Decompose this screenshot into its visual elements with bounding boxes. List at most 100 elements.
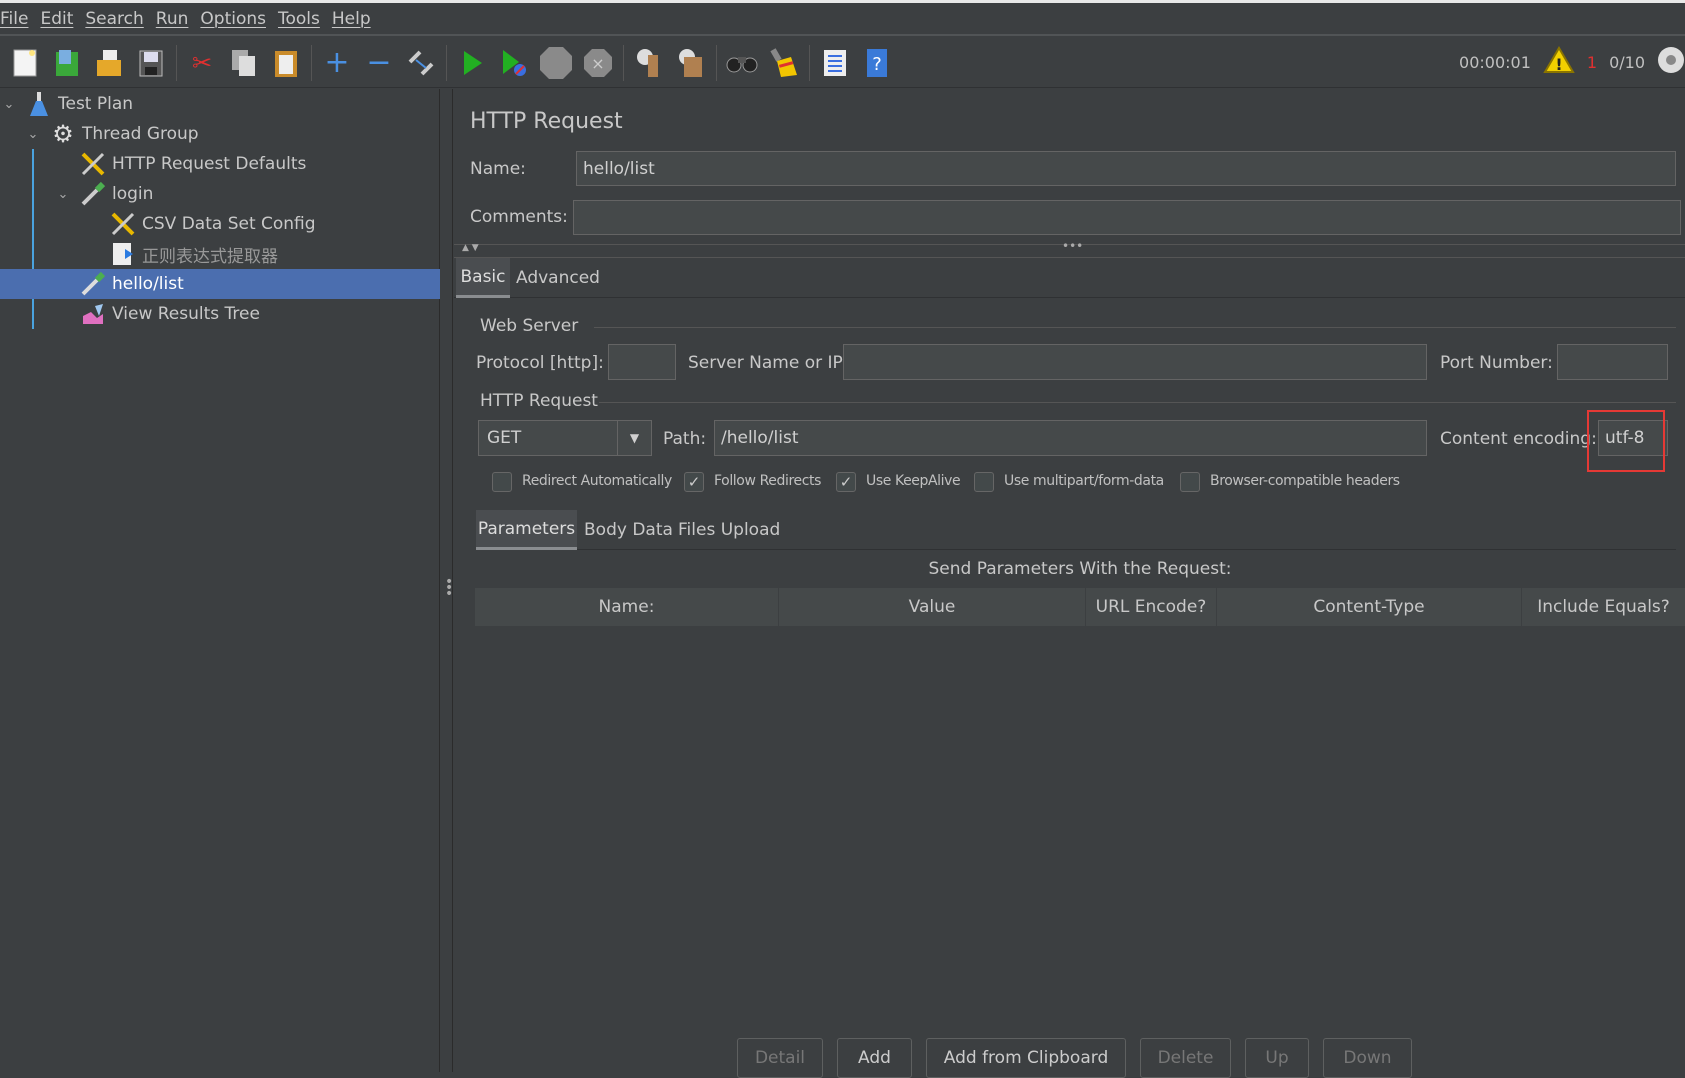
menu-run[interactable]: Run — [150, 9, 195, 29]
shutdown-icon[interactable]: × — [581, 46, 615, 80]
http-request-panel: HTTP Request Name: hello/list Comments: … — [454, 89, 1685, 1072]
expand-icon[interactable]: + — [320, 45, 354, 80]
clear-all-icon[interactable] — [674, 46, 708, 80]
reset-search-icon[interactable] — [767, 46, 801, 80]
comments-input[interactable] — [573, 200, 1681, 235]
redirect-automatically-checkbox[interactable] — [492, 472, 512, 492]
web-server-legend: Web Server — [480, 316, 579, 336]
tab-bar: Basic Advanced — [454, 258, 1685, 298]
subtab-bar: Parameters Body Data Files Upload — [476, 510, 1676, 550]
menu-file[interactable]: File — [0, 9, 34, 29]
tree-label: CSV Data Set Config — [142, 214, 316, 234]
protocol-input[interactable] — [608, 344, 676, 380]
params-title: Send Parameters With the Request: — [928, 559, 1232, 579]
splitter-arrows-icon[interactable]: ▲ ▼ — [462, 243, 479, 253]
tree-item-hello-list[interactable]: hello/list — [0, 269, 440, 299]
splitter[interactable]: ▲ ▼ ••• — [454, 239, 1685, 258]
tab-body-data[interactable]: Body Data — [584, 510, 673, 550]
browser-compatible-headers-label: Browser-compatible headers — [1210, 473, 1400, 489]
tab-advanced[interactable]: Advanced — [516, 258, 600, 298]
search-icon[interactable] — [725, 46, 759, 80]
add-from-clipboard-button[interactable]: Add from Clipboard — [926, 1038, 1126, 1078]
warning-icon[interactable]: ! — [1543, 46, 1575, 78]
tree-item-thread-group[interactable]: ⌄ ⚙ Thread Group — [0, 119, 440, 149]
tools-icon — [110, 211, 136, 237]
toggle-icon[interactable] — [404, 46, 438, 80]
new-icon[interactable] — [8, 46, 42, 80]
remote-status-icon — [1657, 46, 1685, 78]
divider — [599, 402, 1676, 403]
method-select[interactable]: GET ▼ — [478, 420, 652, 456]
split-pane-divider[interactable]: • • • — [441, 89, 453, 1072]
detail-button[interactable]: Detail — [737, 1038, 823, 1078]
test-plan-tree: ⌄ Test Plan ⌄ ⚙ Thread Group HTTP Reques… — [0, 89, 440, 1072]
use-multipart-checkbox[interactable] — [974, 472, 994, 492]
delete-button[interactable]: Delete — [1140, 1038, 1231, 1078]
templates-icon[interactable] — [50, 46, 84, 80]
port-number-input[interactable] — [1557, 344, 1668, 380]
menu-help[interactable]: Help — [326, 9, 377, 29]
copy-icon[interactable] — [227, 46, 261, 80]
open-icon[interactable] — [92, 46, 126, 80]
splitter-grip-icon[interactable]: ••• — [1062, 239, 1083, 253]
tab-parameters[interactable]: Parameters — [476, 510, 577, 550]
redirect-automatically-label: Redirect Automatically — [522, 473, 672, 489]
divider — [594, 327, 1676, 328]
function-helper-icon[interactable] — [818, 46, 852, 80]
paste-icon[interactable] — [269, 46, 303, 80]
save-icon[interactable] — [134, 46, 168, 80]
stop-icon[interactable] — [539, 46, 573, 80]
tree-item-regex-extractor[interactable]: 正则表达式提取器 — [0, 239, 440, 269]
tab-basic[interactable]: Basic — [456, 258, 510, 298]
path-input[interactable]: /hello/list — [714, 420, 1427, 456]
menu-bar: File Edit Search Run Options Tools Help — [0, 3, 1685, 36]
use-keepalive-checkbox[interactable]: ✓ — [836, 472, 856, 492]
name-label: Name: — [470, 159, 526, 179]
browser-compatible-headers-checkbox[interactable] — [1180, 472, 1200, 492]
help-icon[interactable]: ? — [860, 46, 894, 80]
menu-edit[interactable]: Edit — [34, 9, 79, 29]
follow-redirects-checkbox[interactable]: ✓ — [684, 472, 704, 492]
column-header-include-equals[interactable]: Include Equals? — [1522, 588, 1685, 626]
name-input[interactable]: hello/list — [576, 151, 1676, 186]
clear-icon[interactable] — [632, 46, 666, 80]
svg-text:!: ! — [1555, 55, 1562, 74]
tree-item-login[interactable]: ⌄ login — [0, 179, 440, 209]
cut-icon[interactable]: ✂ — [185, 46, 219, 80]
drag-handle-icon[interactable]: • • • — [445, 575, 453, 601]
pipette-icon — [80, 181, 106, 207]
method-value: GET — [487, 428, 522, 448]
http-request-legend: HTTP Request — [480, 391, 598, 411]
dropdown-arrow-icon[interactable]: ▼ — [617, 421, 651, 455]
tree-item-view-results-tree[interactable]: View Results Tree — [0, 299, 440, 329]
chevron-down-icon[interactable]: ⌄ — [24, 127, 42, 142]
menu-options[interactable]: Options — [194, 9, 272, 29]
down-button[interactable]: Down — [1323, 1038, 1412, 1078]
collapse-icon[interactable]: − — [362, 45, 396, 80]
start-no-pauses-icon[interactable] — [497, 46, 531, 80]
column-header-url-encode[interactable]: URL Encode? — [1086, 588, 1217, 626]
tree-label: HTTP Request Defaults — [112, 154, 307, 174]
tab-files-upload[interactable]: Files Upload — [678, 510, 780, 550]
chevron-down-icon[interactable]: ⌄ — [0, 97, 18, 112]
up-button[interactable]: Up — [1245, 1038, 1309, 1078]
tree-label: Thread Group — [82, 124, 199, 144]
server-name-input[interactable] — [843, 344, 1427, 380]
server-name-label: Server Name or IP: — [688, 353, 849, 373]
chart-icon — [80, 301, 106, 327]
tree-item-csv-data-set-config[interactable]: CSV Data Set Config — [0, 209, 440, 239]
column-header-content-type[interactable]: Content-Type — [1217, 588, 1522, 626]
content-encoding-label: Content encoding: — [1440, 429, 1597, 449]
chevron-down-icon[interactable]: ⌄ — [54, 187, 72, 202]
add-button[interactable]: Add — [837, 1038, 912, 1078]
menu-tools[interactable]: Tools — [272, 9, 326, 29]
column-header-value[interactable]: Value — [779, 588, 1086, 626]
menu-search[interactable]: Search — [79, 9, 149, 29]
error-count: 1 — [1586, 52, 1598, 72]
column-header-name[interactable]: Name: — [475, 588, 779, 626]
tree-label: 正则表达式提取器 — [142, 246, 278, 267]
tree-item-test-plan[interactable]: ⌄ Test Plan — [0, 89, 440, 119]
start-icon[interactable] — [455, 46, 489, 80]
tree-item-http-request-defaults[interactable]: HTTP Request Defaults — [0, 149, 440, 179]
tree-label: Test Plan — [58, 94, 134, 114]
